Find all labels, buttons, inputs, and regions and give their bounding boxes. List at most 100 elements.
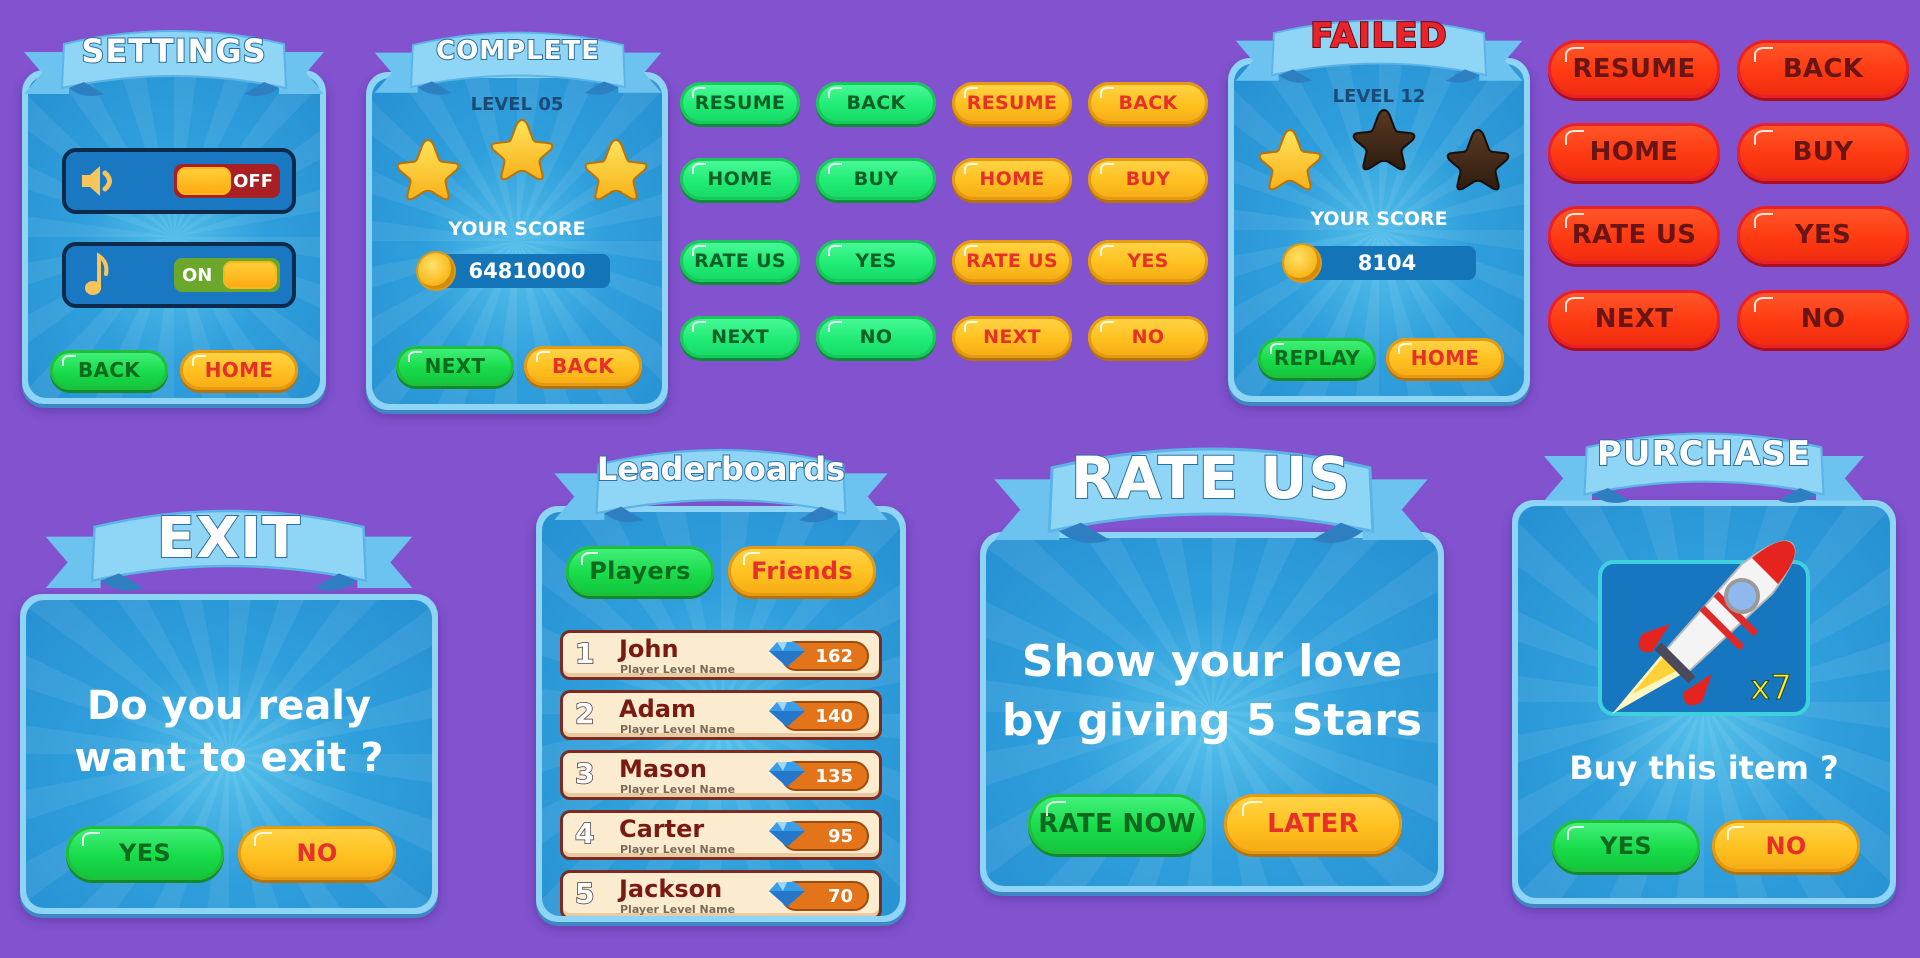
complete-panel: LEVEL 05 YOUR SCORE 64810000 NEXT BACK (366, 72, 668, 410)
yellow-resume-button[interactable]: RESUME (952, 82, 1072, 124)
toggle-knob (177, 167, 231, 195)
complete-score-value: 64810000 (468, 259, 586, 283)
music-toggle-state: ON (182, 264, 213, 286)
settings-panel: OFF ON BACK HOME (22, 70, 326, 404)
rate-us-ribbon: RATE US (976, 436, 1446, 566)
player-rank: 3 (574, 756, 595, 791)
tab-players[interactable]: Players (566, 546, 714, 596)
red-resume-button[interactable]: RESUME (1548, 40, 1720, 98)
leaderboard-row[interactable]: 3 Mason Player Level Name 135 (560, 750, 882, 800)
green-no-button[interactable]: NO (816, 316, 936, 358)
player-level-name: Player Level Name (620, 723, 736, 736)
complete-title: COMPLETE (435, 35, 600, 67)
exit-yes-button[interactable]: YES (66, 826, 224, 880)
star-empty-icon (1350, 106, 1418, 174)
leaderboards-title: Leaderboards (596, 449, 846, 489)
green-next-button[interactable]: NEXT (680, 316, 800, 358)
purchase-question: Buy this item ? (1569, 749, 1839, 787)
item-quantity: x7 (1750, 668, 1793, 709)
tab-friends[interactable]: Friends (728, 546, 876, 596)
exit-message-line2: want to exit ? (74, 735, 384, 781)
music-toggle[interactable]: ON (174, 258, 280, 292)
green-yes-button[interactable]: YES (816, 240, 936, 282)
gem-icon (767, 699, 807, 729)
gem-icon (767, 639, 807, 669)
sound-toggle[interactable]: OFF (174, 164, 280, 198)
rate-us-message-line2: by giving 5 Stars (1001, 695, 1423, 747)
rate-now-button[interactable]: RATE NOW (1028, 794, 1206, 854)
leaderboards-panel: 1 John Player Level Name 162 2 Adam Player Lev… (536, 506, 906, 922)
yellow-yes-button[interactable]: YES (1088, 240, 1208, 282)
rate-us-message: Show your love by giving 5 Stars (986, 632, 1438, 751)
rate-us-message-line1: Show your love (1021, 636, 1403, 687)
item-frame: x7 (1598, 540, 1810, 716)
star-filled-icon (394, 136, 462, 204)
purchase-panel: x7 Buy this item ? YES NO (1512, 500, 1896, 904)
exit-ribbon: EXIT (19, 500, 439, 610)
player-name: Jackson (619, 875, 723, 903)
gem-icon (767, 759, 807, 789)
red-next-button[interactable]: NEXT (1548, 290, 1720, 348)
yellow-rate-us-button[interactable]: RATE US (952, 240, 1072, 282)
red-home-button[interactable]: HOME (1548, 123, 1720, 181)
exit-message: Do you realy want to exit ? (26, 680, 432, 784)
red-yes-button[interactable]: YES (1737, 206, 1909, 264)
complete-next-button[interactable]: NEXT (396, 346, 514, 386)
player-level-name: Player Level Name (620, 903, 736, 916)
leaderboard-row[interactable]: 1 John Player Level Name 162 (560, 630, 882, 680)
star-filled-icon (488, 116, 556, 184)
failed-score-label: YOUR SCORE (1310, 208, 1448, 230)
exit-panel: Do you realy want to exit ? YES NO (20, 594, 438, 914)
green-home-button[interactable]: HOME (680, 158, 800, 200)
exit-message-line1: Do you realy (86, 683, 372, 729)
green-rate-us-button[interactable]: RATE US (680, 240, 800, 282)
gem-icon (767, 819, 807, 849)
yellow-back-button[interactable]: BACK (1088, 82, 1208, 124)
player-level-name: Player Level Name (620, 783, 736, 796)
green-back-button[interactable]: BACK (816, 82, 936, 124)
red-rate-us-button[interactable]: RATE US (1548, 206, 1720, 264)
settings-home-button[interactable]: HOME (180, 350, 298, 390)
music-setting-row: ON (62, 242, 296, 308)
yellow-no-button[interactable]: NO (1088, 316, 1208, 358)
red-buy-button[interactable]: BUY (1737, 123, 1909, 181)
leaderboard-row[interactable]: 2 Adam Player Level Name 140 (560, 690, 882, 740)
failed-replay-button[interactable]: REPLAY (1258, 338, 1376, 378)
player-level-name: Player Level Name (620, 843, 736, 856)
gem-icon (767, 879, 807, 909)
leaderboard-row[interactable]: 4 Carter Player Level Name 95 (560, 810, 882, 860)
yellow-home-button[interactable]: HOME (952, 158, 1072, 200)
red-no-button[interactable]: NO (1737, 290, 1909, 348)
exit-title: EXIT (156, 505, 302, 572)
player-level-name: Player Level Name (620, 663, 736, 676)
green-buy-button[interactable]: BUY (816, 158, 936, 200)
failed-panel: LEVEL 12 YOUR SCORE 8104 REPLAY HOME (1228, 58, 1530, 402)
complete-ribbon: COMPLETE (373, 24, 663, 110)
purchase-ribbon: PURCHASE (1539, 424, 1869, 520)
toggle-knob (223, 261, 277, 289)
purchase-no-button[interactable]: NO (1712, 820, 1860, 872)
settings-back-button[interactable]: BACK (50, 350, 168, 390)
complete-back-button[interactable]: BACK (524, 346, 642, 386)
player-rank: 2 (574, 696, 595, 731)
rate-us-title: RATE US (1070, 443, 1352, 513)
purchase-yes-button[interactable]: YES (1552, 820, 1700, 872)
speaker-icon (82, 166, 112, 196)
yellow-next-button[interactable]: NEXT (952, 316, 1072, 358)
red-back-button[interactable]: BACK (1737, 40, 1909, 98)
settings-ribbon: SETTINGS (24, 22, 324, 112)
later-button[interactable]: LATER (1224, 794, 1402, 854)
failed-score-value: 8104 (1357, 251, 1417, 275)
rate-us-panel: Show your love by giving 5 Stars RATE NO… (980, 532, 1444, 892)
failed-home-button[interactable]: HOME (1386, 338, 1504, 378)
exit-no-button[interactable]: NO (238, 826, 396, 880)
settings-title: SETTINGS (80, 31, 267, 71)
leaderboard-row[interactable]: 5 Jackson Player Level Name 70 (560, 870, 882, 916)
yellow-buy-button[interactable]: BUY (1088, 158, 1208, 200)
player-rank: 1 (574, 636, 595, 671)
star-filled-icon (582, 136, 650, 204)
player-name: Mason (619, 755, 707, 783)
player-rank: 4 (574, 816, 595, 851)
green-resume-button[interactable]: RESUME (680, 82, 800, 124)
sound-setting-row: OFF (62, 148, 296, 214)
